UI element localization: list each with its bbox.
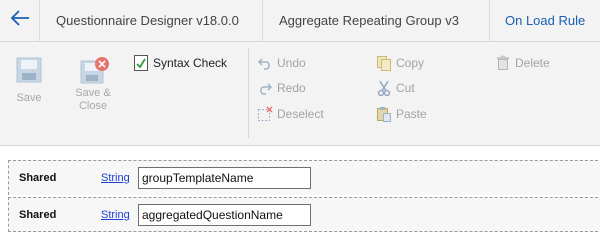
variable-type-link[interactable]: String xyxy=(101,172,130,184)
checklist-icon xyxy=(132,54,150,72)
cut-label: Cut xyxy=(396,81,415,95)
cut-button[interactable]: Cut xyxy=(375,78,415,98)
redo-button[interactable]: Redo xyxy=(256,78,306,98)
scissors-icon xyxy=(375,79,393,97)
panel-gap xyxy=(0,146,600,160)
ribbon-toolbar: Save Save & Close Syntax Check Undo Redo… xyxy=(0,42,600,146)
variable-name-field[interactable]: aggregatedQuestionName xyxy=(138,204,311,226)
deselect-icon xyxy=(256,105,274,123)
delete-button[interactable]: Delete xyxy=(494,53,550,73)
breadcrumb-on-load-rule[interactable]: On Load Rule xyxy=(490,0,600,41)
variable-row: Shared String groupTemplateName xyxy=(8,160,600,195)
save-button[interactable]: Save xyxy=(12,56,46,105)
deselect-label: Deselect xyxy=(277,107,324,121)
variable-scope: Shared xyxy=(19,209,57,221)
breadcrumb-questionnaire-designer[interactable]: Questionnaire Designer v18.0.0 xyxy=(40,0,263,41)
variable-type-link[interactable]: String xyxy=(101,209,130,221)
redo-label: Redo xyxy=(277,81,306,95)
undo-button[interactable]: Undo xyxy=(256,53,306,73)
variables-panel: Shared String groupTemplateName Shared S… xyxy=(0,146,600,248)
variable-scope: Shared xyxy=(19,172,57,184)
paste-label: Paste xyxy=(396,107,427,121)
undo-label: Undo xyxy=(277,56,306,70)
title-bar: Questionnaire Designer v18.0.0 Aggregate… xyxy=(0,0,600,42)
back-button[interactable] xyxy=(0,0,40,41)
save-and-close-label: Save & Close xyxy=(75,87,111,112)
syntax-check-button[interactable]: Syntax Check xyxy=(132,53,227,73)
save-label: Save xyxy=(16,92,42,104)
delete-label: Delete xyxy=(515,56,550,70)
arrow-left-icon xyxy=(10,9,30,32)
variable-name-field[interactable]: groupTemplateName xyxy=(138,167,311,189)
deselect-button[interactable]: Deselect xyxy=(256,104,324,124)
floppy-disk-icon xyxy=(12,56,46,84)
redo-icon xyxy=(256,79,274,97)
trash-icon xyxy=(494,54,512,72)
copy-label: Copy xyxy=(396,56,425,70)
breadcrumb-aggregate-repeating-group[interactable]: Aggregate Repeating Group v3 xyxy=(263,0,490,41)
undo-icon xyxy=(256,54,274,72)
floppy-disk-close-icon xyxy=(72,56,114,84)
save-and-close-button[interactable]: Save & Close xyxy=(72,56,114,113)
clipboard-paste-icon xyxy=(375,105,393,123)
copy-icon xyxy=(375,54,393,72)
syntax-check-label: Syntax Check xyxy=(153,56,228,70)
copy-button[interactable]: Copy xyxy=(375,53,424,73)
variable-row: Shared String aggregatedQuestionName xyxy=(8,197,600,232)
paste-button[interactable]: Paste xyxy=(375,104,427,124)
